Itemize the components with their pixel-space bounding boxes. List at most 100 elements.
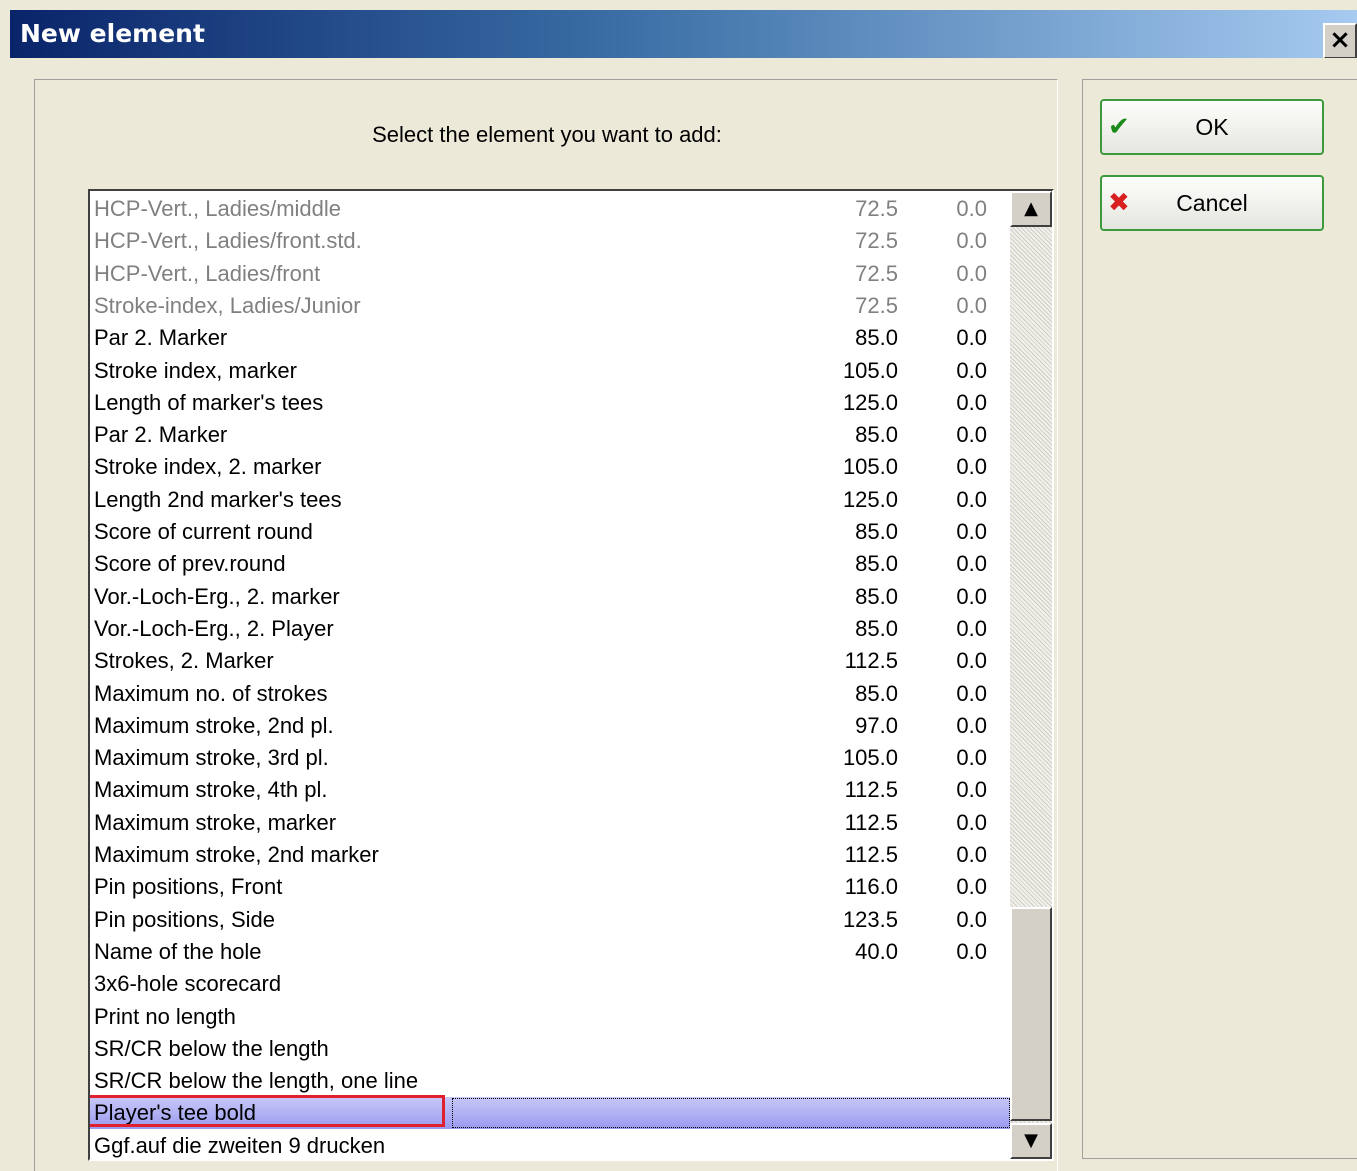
list-item-offset: 0.0 <box>956 519 987 544</box>
list-item[interactable]: HCP-Vert., Ladies/front.std. 72.5 0.0 <box>90 225 1010 257</box>
scroll-up-button[interactable]: ▲ <box>1010 191 1052 227</box>
element-list: HCP-Vert., Ladies/middle 72.5 0.0 HCP-Vert.… <box>90 191 1010 1159</box>
list-item-offset: 0.0 <box>956 906 987 932</box>
list-item[interactable]: Length 2nd marker's tees 125.0 0.0 <box>90 484 1010 516</box>
list-item-offset: 0.0 <box>956 874 987 900</box>
list-item[interactable]: HCP-Vert., Ladies/middle 72.5 0.0 <box>90 193 1010 225</box>
list-item[interactable]: Name of the hole 40.0 0.0 <box>90 936 1010 968</box>
scroll-down-button[interactable]: ▼ <box>1010 1123 1052 1159</box>
list-item[interactable]: HCP-Vert., Ladies/front 72.5 0.0 <box>90 258 1010 290</box>
button-panel <box>1082 79 1357 1159</box>
prompt-label: Select the element you want to add: <box>372 122 722 147</box>
list-item-offset: 0.0 <box>956 615 987 641</box>
list-item-offset: 0.0 <box>956 551 987 577</box>
list-item[interactable]: SR/CR below the length, one line <box>90 1065 1010 1097</box>
list-item-offset: 0.0 <box>956 680 987 706</box>
list-item[interactable]: Score of prev.round 85.0 0.0 <box>90 548 1010 580</box>
list-item-name: Maximum no. of strokes <box>94 680 328 706</box>
list-item-name: HCP-Vert., Ladies/front.std. <box>94 228 362 254</box>
list-item-name: Par 2. Marker <box>94 422 228 448</box>
list-item[interactable]: Vor.-Loch-Erg., 2. Player 85.0 0.0 <box>90 613 1010 645</box>
list-item[interactable]: Par 2. Marker 85.0 0.0 <box>90 322 1010 354</box>
list-item-value: 112.5 <box>844 842 898 867</box>
list-item[interactable]: Stroke index, marker 105.0 0.0 <box>90 355 1010 387</box>
list-item-name: SR/CR below the length <box>94 1035 329 1061</box>
list-item-value: 125.0 <box>842 486 898 512</box>
list-item-value: 97.0 <box>855 712 898 738</box>
list-item[interactable]: Stroke-index, Ladies/Junior 72.5 0.0 <box>90 290 1010 322</box>
list-item[interactable]: Print no length <box>90 1001 1010 1033</box>
list-item[interactable]: Maximum stroke, marker 112.5 0.0 <box>90 807 1010 839</box>
list-item-value: 116.0 <box>844 874 898 900</box>
list-item[interactable]: Maximum no. of strokes 85.0 0.0 <box>90 678 1010 710</box>
cancel-button[interactable]: ✖ Cancel <box>1100 175 1324 231</box>
list-item[interactable]: Pin positions, Side 123.5 0.0 <box>90 904 1010 936</box>
vertical-scrollbar[interactable]: ▲ ▼ <box>1010 191 1052 1159</box>
list-item[interactable]: Player's tee bold <box>90 1095 1010 1130</box>
dialog-client: Select the element you want to add: HCP-… <box>10 58 1357 1171</box>
list-item-name: Name of the hole <box>94 938 262 964</box>
list-item-offset: 0.0 <box>956 422 987 448</box>
element-listbox[interactable]: HCP-Vert., Ladies/middle 72.5 0.0 HCP-Vert.… <box>88 189 1054 1161</box>
list-item-offset: 0.0 <box>956 260 987 286</box>
list-item[interactable]: Vor.-Loch-Erg., 2. marker 85.0 0.0 <box>90 581 1010 613</box>
list-item[interactable]: Length of marker's tees 125.0 0.0 <box>90 387 1010 419</box>
ok-button[interactable]: ✔ OK <box>1100 99 1324 155</box>
list-item-value: 105.0 <box>842 454 898 480</box>
list-item-name: Maximum stroke, 4th pl. <box>94 777 328 803</box>
list-item-value: 85.0 <box>855 519 898 544</box>
ok-label: OK <box>1195 114 1229 140</box>
list-item[interactable]: Pin positions, Front 116.0 0.0 <box>90 871 1010 903</box>
list-item-offset: 0.0 <box>956 292 987 318</box>
list-item[interactable]: Maximum stroke, 2nd pl. 97.0 0.0 <box>90 710 1010 742</box>
close-button[interactable]: × <box>1323 23 1357 59</box>
list-item-name: HCP-Vert., Ladies/middle <box>94 196 341 221</box>
close-icon: × <box>1329 25 1351 55</box>
list-item-name: Maximum stroke, marker <box>94 809 337 835</box>
list-item-value: 85.0 <box>855 615 898 641</box>
list-item-name: Stroke index, 2. marker <box>94 454 322 480</box>
list-item-value: 125.0 <box>842 389 898 415</box>
list-item[interactable]: Ggf.auf die zweiten 9 drucken <box>90 1130 1010 1159</box>
list-item-name: Pin positions, Front <box>94 874 283 900</box>
list-item[interactable]: Maximum stroke, 4th pl. 112.5 0.0 <box>90 774 1010 806</box>
list-item-offset: 0.0 <box>956 389 987 415</box>
list-item-value: 123.5 <box>842 906 898 932</box>
list-item[interactable]: 3x6-hole scorecard <box>90 968 1010 1000</box>
list-item[interactable]: Strokes, 2. Marker 112.5 0.0 <box>90 645 1010 677</box>
arrow-up-icon: ▲ <box>1024 198 1038 219</box>
list-item-offset: 0.0 <box>956 325 987 351</box>
scroll-thumb[interactable] <box>1010 907 1052 1121</box>
title-bar: New element × <box>10 10 1357 59</box>
list-item-value: 72.5 <box>855 196 898 221</box>
focus-rectangle <box>452 1098 1010 1129</box>
list-item-offset: 0.0 <box>956 938 987 964</box>
list-item[interactable]: Stroke index, 2. marker 105.0 0.0 <box>90 451 1010 483</box>
list-item-value: 85.0 <box>855 422 898 448</box>
list-item[interactable]: Maximum stroke, 2nd marker 112.5 0.0 <box>90 839 1010 871</box>
list-item[interactable]: Par 2. Marker 85.0 0.0 <box>90 419 1010 451</box>
list-item-offset: 0.0 <box>956 486 987 512</box>
list-item-name: Stroke index, marker <box>94 357 297 383</box>
list-item-offset: 0.0 <box>956 583 987 609</box>
list-item[interactable]: SR/CR below the length <box>90 1033 1010 1065</box>
list-item[interactable]: Score of current round 85.0 0.0 <box>90 516 1010 548</box>
list-item-value: 85.0 <box>855 583 898 609</box>
list-item-value: 40.0 <box>855 938 898 964</box>
list-item-name: SR/CR below the length, one line <box>94 1068 419 1094</box>
list-item-offset: 0.0 <box>956 745 987 771</box>
list-item-value: 112.5 <box>844 648 898 674</box>
list-item-value: 105.0 <box>842 745 898 771</box>
list-item-name: Print no length <box>94 1003 236 1029</box>
selection-panel: Select the element you want to add: HCP-… <box>34 79 1058 1171</box>
list-item-value: 85.0 <box>855 680 898 706</box>
list-item-name: Vor.-Loch-Erg., 2. Player <box>94 615 334 641</box>
list-item-name: Score of current round <box>94 519 313 544</box>
list-item-value: 85.0 <box>855 551 898 577</box>
list-item-name: 3x6-hole scorecard <box>94 971 282 997</box>
list-item-value: 105.0 <box>842 357 898 383</box>
list-item-offset: 0.0 <box>956 196 987 221</box>
list-item-value: 112.5 <box>844 809 898 835</box>
list-item-name: Length of marker's tees <box>94 389 324 415</box>
list-item[interactable]: Maximum stroke, 3rd pl. 105.0 0.0 <box>90 742 1010 774</box>
